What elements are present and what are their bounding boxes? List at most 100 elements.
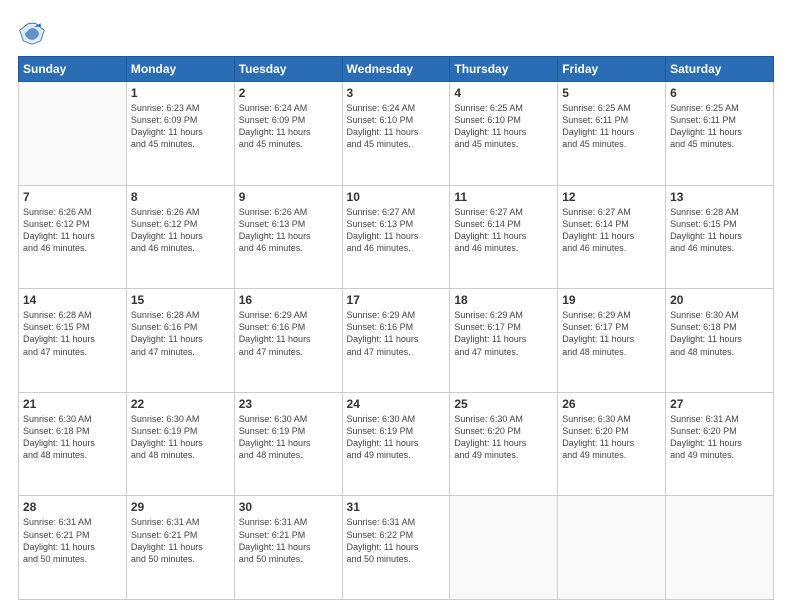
table-row [19, 82, 127, 186]
logo-icon [18, 18, 46, 46]
day-info: Sunrise: 6:31 AM Sunset: 6:22 PM Dayligh… [347, 516, 446, 565]
table-row: 16 Sunrise: 6:29 AM Sunset: 6:16 PM Dayli… [234, 289, 342, 393]
table-row: 2 Sunrise: 6:24 AM Sunset: 6:09 PM Daylig… [234, 82, 342, 186]
table-row: 8 Sunrise: 6:26 AM Sunset: 6:12 PM Daylig… [126, 185, 234, 289]
calendar-body: 1 Sunrise: 6:23 AM Sunset: 6:09 PM Daylig… [19, 82, 774, 600]
day-number: 9 [239, 190, 338, 204]
day-info: Sunrise: 6:27 AM Sunset: 6:14 PM Dayligh… [454, 206, 553, 255]
weekday-header-sunday: Sunday [19, 57, 127, 82]
day-number: 7 [23, 190, 122, 204]
table-row: 4 Sunrise: 6:25 AM Sunset: 6:10 PM Daylig… [450, 82, 558, 186]
weekday-header-tuesday: Tuesday [234, 57, 342, 82]
day-number: 31 [347, 500, 446, 514]
calendar-week-2: 7 Sunrise: 6:26 AM Sunset: 6:12 PM Daylig… [19, 185, 774, 289]
day-number: 22 [131, 397, 230, 411]
day-info: Sunrise: 6:31 AM Sunset: 6:20 PM Dayligh… [670, 413, 769, 462]
table-row: 18 Sunrise: 6:29 AM Sunset: 6:17 PM Dayli… [450, 289, 558, 393]
weekday-header-friday: Friday [558, 57, 666, 82]
day-info: Sunrise: 6:30 AM Sunset: 6:20 PM Dayligh… [454, 413, 553, 462]
calendar-week-5: 28 Sunrise: 6:31 AM Sunset: 6:21 PM Dayli… [19, 496, 774, 600]
day-info: Sunrise: 6:27 AM Sunset: 6:13 PM Dayligh… [347, 206, 446, 255]
day-number: 25 [454, 397, 553, 411]
table-row: 23 Sunrise: 6:30 AM Sunset: 6:19 PM Dayli… [234, 392, 342, 496]
day-info: Sunrise: 6:24 AM Sunset: 6:10 PM Dayligh… [347, 102, 446, 151]
day-number: 4 [454, 86, 553, 100]
table-row: 20Sunrise: 6:30 AM Sunset: 6:18 PM Dayli… [666, 289, 774, 393]
day-number: 28 [23, 500, 122, 514]
table-row: 31 Sunrise: 6:31 AM Sunset: 6:22 PM Dayli… [342, 496, 450, 600]
table-row: 1 Sunrise: 6:23 AM Sunset: 6:09 PM Daylig… [126, 82, 234, 186]
table-row: 15 Sunrise: 6:28 AM Sunset: 6:16 PM Dayli… [126, 289, 234, 393]
day-info: Sunrise: 6:25 AM Sunset: 6:10 PM Dayligh… [454, 102, 553, 151]
day-number: 12 [562, 190, 661, 204]
day-info: Sunrise: 6:27 AM Sunset: 6:14 PM Dayligh… [562, 206, 661, 255]
table-row: 12 Sunrise: 6:27 AM Sunset: 6:14 PM Dayli… [558, 185, 666, 289]
day-number: 15 [131, 293, 230, 307]
day-number: 1 [131, 86, 230, 100]
table-row: 17 Sunrise: 6:29 AM Sunset: 6:16 PM Dayli… [342, 289, 450, 393]
day-info: Sunrise: 6:31 AM Sunset: 6:21 PM Dayligh… [131, 516, 230, 565]
day-info: Sunrise: 6:25 AM Sunset: 6:11 PM Dayligh… [670, 102, 769, 151]
weekday-header-thursday: Thursday [450, 57, 558, 82]
table-row: 7 Sunrise: 6:26 AM Sunset: 6:12 PM Daylig… [19, 185, 127, 289]
day-info: Sunrise: 6:29 AM Sunset: 6:17 PM Dayligh… [562, 309, 661, 358]
weekday-header-wednesday: Wednesday [342, 57, 450, 82]
day-info: Sunrise: 6:30 AM Sunset: 6:19 PM Dayligh… [131, 413, 230, 462]
table-row [666, 496, 774, 600]
day-info: Sunrise: 6:25 AM Sunset: 6:11 PM Dayligh… [562, 102, 661, 151]
day-number: 29 [131, 500, 230, 514]
day-number: 6 [670, 86, 769, 100]
day-info: Sunrise: 6:30 AM Sunset: 6:19 PM Dayligh… [239, 413, 338, 462]
table-row: 6 Sunrise: 6:25 AM Sunset: 6:11 PM Daylig… [666, 82, 774, 186]
table-row: 13Sunrise: 6:28 AM Sunset: 6:15 PM Dayli… [666, 185, 774, 289]
day-number: 16 [239, 293, 338, 307]
table-row: 27Sunrise: 6:31 AM Sunset: 6:20 PM Dayli… [666, 392, 774, 496]
day-info: Sunrise: 6:28 AM Sunset: 6:15 PM Dayligh… [23, 309, 122, 358]
table-row: 25 Sunrise: 6:30 AM Sunset: 6:20 PM Dayli… [450, 392, 558, 496]
day-info: Sunrise: 6:29 AM Sunset: 6:16 PM Dayligh… [347, 309, 446, 358]
day-number: 26 [562, 397, 661, 411]
calendar-week-1: 1 Sunrise: 6:23 AM Sunset: 6:09 PM Daylig… [19, 82, 774, 186]
table-row: 5Sunrise: 6:25 AM Sunset: 6:11 PM Daylig… [558, 82, 666, 186]
day-info: Sunrise: 6:30 AM Sunset: 6:18 PM Dayligh… [670, 309, 769, 358]
logo [18, 18, 50, 46]
table-row [450, 496, 558, 600]
day-info: Sunrise: 6:29 AM Sunset: 6:17 PM Dayligh… [454, 309, 553, 358]
table-row: 19Sunrise: 6:29 AM Sunset: 6:17 PM Dayli… [558, 289, 666, 393]
day-info: Sunrise: 6:31 AM Sunset: 6:21 PM Dayligh… [239, 516, 338, 565]
table-row: 28 Sunrise: 6:31 AM Sunset: 6:21 PM Dayli… [19, 496, 127, 600]
day-number: 11 [454, 190, 553, 204]
day-number: 18 [454, 293, 553, 307]
day-number: 24 [347, 397, 446, 411]
calendar-page: SundayMondayTuesdayWednesdayThursdayFrid… [0, 0, 792, 612]
weekday-header-saturday: Saturday [666, 57, 774, 82]
weekday-header-monday: Monday [126, 57, 234, 82]
table-row: 9Sunrise: 6:26 AM Sunset: 6:13 PM Daylig… [234, 185, 342, 289]
day-number: 14 [23, 293, 122, 307]
calendar-week-4: 21 Sunrise: 6:30 AM Sunset: 6:18 PM Dayli… [19, 392, 774, 496]
day-number: 10 [347, 190, 446, 204]
day-info: Sunrise: 6:28 AM Sunset: 6:15 PM Dayligh… [670, 206, 769, 255]
table-row: 3Sunrise: 6:24 AM Sunset: 6:10 PM Daylig… [342, 82, 450, 186]
day-number: 2 [239, 86, 338, 100]
table-row: 21 Sunrise: 6:30 AM Sunset: 6:18 PM Dayli… [19, 392, 127, 496]
day-info: Sunrise: 6:24 AM Sunset: 6:09 PM Dayligh… [239, 102, 338, 151]
day-info: Sunrise: 6:30 AM Sunset: 6:18 PM Dayligh… [23, 413, 122, 462]
day-info: Sunrise: 6:31 AM Sunset: 6:21 PM Dayligh… [23, 516, 122, 565]
day-info: Sunrise: 6:26 AM Sunset: 6:12 PM Dayligh… [131, 206, 230, 255]
day-info: Sunrise: 6:29 AM Sunset: 6:16 PM Dayligh… [239, 309, 338, 358]
table-row: 26Sunrise: 6:30 AM Sunset: 6:20 PM Dayli… [558, 392, 666, 496]
day-number: 8 [131, 190, 230, 204]
day-number: 17 [347, 293, 446, 307]
table-row: 10 Sunrise: 6:27 AM Sunset: 6:13 PM Dayli… [342, 185, 450, 289]
day-number: 21 [23, 397, 122, 411]
day-info: Sunrise: 6:30 AM Sunset: 6:19 PM Dayligh… [347, 413, 446, 462]
day-info: Sunrise: 6:26 AM Sunset: 6:12 PM Dayligh… [23, 206, 122, 255]
table-row: 22 Sunrise: 6:30 AM Sunset: 6:19 PM Dayli… [126, 392, 234, 496]
calendar-table: SundayMondayTuesdayWednesdayThursdayFrid… [18, 56, 774, 600]
day-number: 23 [239, 397, 338, 411]
day-info: Sunrise: 6:23 AM Sunset: 6:09 PM Dayligh… [131, 102, 230, 151]
day-info: Sunrise: 6:28 AM Sunset: 6:16 PM Dayligh… [131, 309, 230, 358]
table-row: 14 Sunrise: 6:28 AM Sunset: 6:15 PM Dayli… [19, 289, 127, 393]
weekday-header-row: SundayMondayTuesdayWednesdayThursdayFrid… [19, 57, 774, 82]
